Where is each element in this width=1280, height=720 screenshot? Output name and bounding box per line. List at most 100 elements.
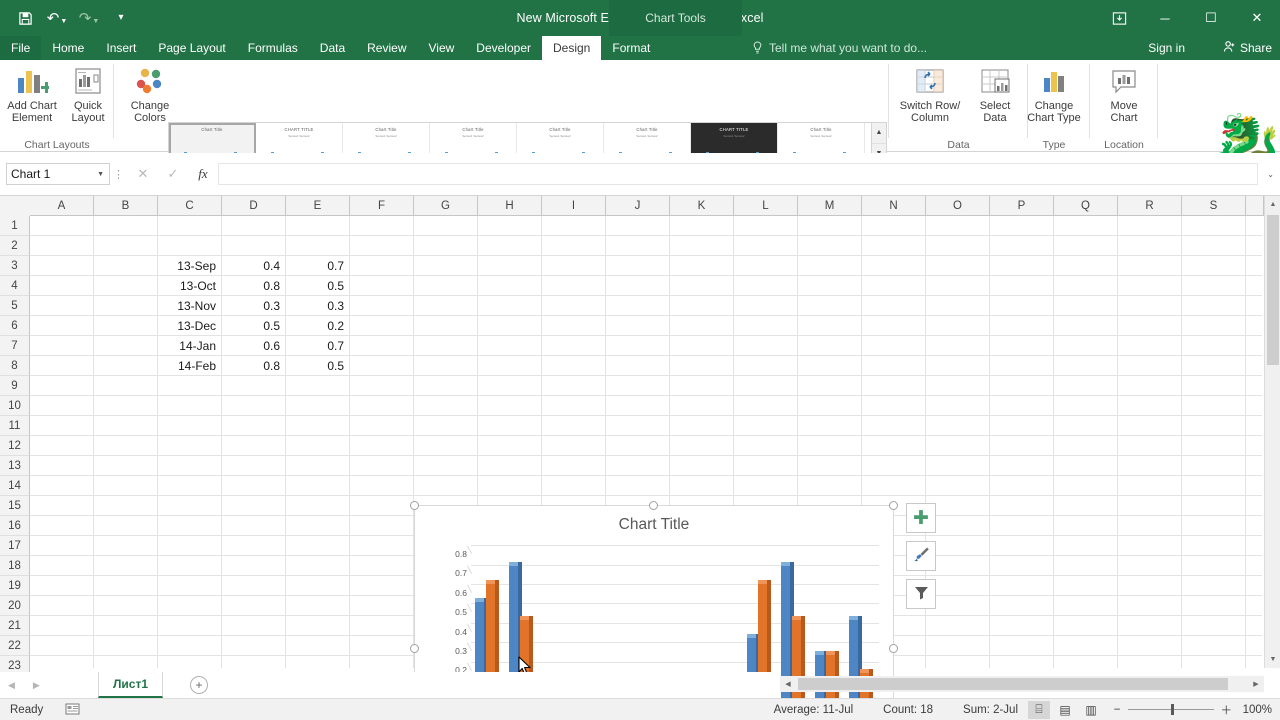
sign-in-button[interactable]: Sign in [1148,36,1185,60]
cell-E8[interactable]: 0.5 [286,356,349,375]
scroll-down-icon[interactable]: ▼ [1265,651,1280,668]
chart-filters-button[interactable] [906,579,936,609]
insert-function-button[interactable]: fx [188,163,218,185]
chart-elements-button[interactable]: ✚ [906,503,936,533]
cell-C8[interactable]: 14-Feb [158,356,221,375]
row-header-19[interactable]: 19 [0,576,30,596]
vertical-scrollbar[interactable]: ▲ ▼ [1264,196,1280,668]
row-header-12[interactable]: 12 [0,436,30,456]
sheet-tab-list1[interactable]: Лист1 [98,672,164,698]
tab-design[interactable]: Design [542,36,602,60]
minimize-button[interactable]: ─ [1142,0,1188,36]
cell-D7[interactable]: 0.6 [222,336,285,355]
enter-formula-button[interactable]: ✓ [158,163,188,185]
cell-D6[interactable]: 0.5 [222,316,285,335]
column-header-R[interactable]: R [1118,196,1182,216]
row-header-16[interactable]: 16 [0,516,30,536]
macro-record-icon[interactable] [65,702,80,718]
row-header-7[interactable]: 7 [0,336,30,356]
row-header-15[interactable]: 15 [0,496,30,516]
add-chart-element-button[interactable]: Add Chart Element [0,64,64,136]
row-header-8[interactable]: 8 [0,356,30,376]
row-header-18[interactable]: 18 [0,556,30,576]
row-header-6[interactable]: 6 [0,316,30,336]
tab-developer[interactable]: Developer [465,36,542,60]
cell-C4[interactable]: 13-Oct [158,276,221,295]
tab-file[interactable]: File [0,36,42,60]
row-header-22[interactable]: 22 [0,636,30,656]
row-header-17[interactable]: 17 [0,536,30,556]
gallery-scroll-up-button[interactable]: ▲ [872,123,886,144]
column-header-J[interactable]: J [606,196,670,216]
tab-format[interactable]: Format [601,36,661,60]
chart-handle-n[interactable] [649,501,658,510]
chart-styles-button[interactable] [906,541,936,571]
cell-C6[interactable]: 13-Dec [158,316,221,335]
chart-bar[interactable] [792,615,805,709]
zoom-handle[interactable] [1170,704,1174,715]
tab-insert[interactable]: Insert [95,36,147,60]
column-header-H[interactable]: H [478,196,542,216]
chart-title[interactable]: Chart Title [415,516,893,534]
row-header-13[interactable]: 13 [0,456,30,476]
name-box[interactable]: Chart 1 ▼ [6,163,110,185]
switch-row-column-button[interactable]: Switch Row/ Column [894,64,966,136]
collapse-ribbon-button[interactable]: ⌃ [1264,138,1272,149]
cancel-formula-button[interactable]: ✕ [128,163,158,185]
chart-bar[interactable] [849,615,862,709]
cell-D5[interactable]: 0.3 [222,296,285,315]
cell-E3[interactable]: 0.7 [286,256,349,275]
cell-E5[interactable]: 0.3 [286,296,349,315]
row-header-9[interactable]: 9 [0,376,30,396]
add-sheet-button[interactable]: + [190,676,208,694]
quick-layout-button[interactable]: Quick Layout [56,64,120,136]
cell-D3[interactable]: 0.4 [222,256,285,275]
sheet-prev-button[interactable]: ◀ [8,680,15,691]
tab-review[interactable]: Review [356,36,417,60]
chart-handle-w[interactable] [410,644,419,653]
sheet-next-button[interactable]: ▶ [33,680,40,691]
column-header-O[interactable]: O [926,196,990,216]
row-header-14[interactable]: 14 [0,476,30,496]
chevron-down-icon[interactable]: ▼ [97,171,104,178]
horizontal-scrollbar[interactable]: ◀ ▶ [780,676,1264,692]
select-data-button[interactable]: Select Data [966,64,1024,136]
column-header-G[interactable]: G [414,196,478,216]
cell-E6[interactable]: 0.2 [286,316,349,335]
ribbon-display-options-icon[interactable] [1096,0,1142,36]
column-header-M[interactable]: M [798,196,862,216]
share-button[interactable]: Share [1223,36,1272,60]
row-header-4[interactable]: 4 [0,276,30,296]
column-header-N[interactable]: N [862,196,926,216]
column-header-Q[interactable]: Q [1054,196,1118,216]
row-header-21[interactable]: 21 [0,616,30,636]
cell-C3[interactable]: 13-Sep [158,256,221,275]
column-header-B[interactable]: B [94,196,158,216]
close-button[interactable]: ✕ [1234,0,1280,36]
row-header-10[interactable]: 10 [0,396,30,416]
row-header-11[interactable]: 11 [0,416,30,436]
chart-handle-e[interactable] [889,644,898,653]
horizontal-scroll-thumb[interactable] [798,678,1228,690]
column-header-F[interactable]: F [350,196,414,216]
maximize-button[interactable]: ☐ [1188,0,1234,36]
row-header-1[interactable]: 1 [0,216,30,236]
scroll-up-icon[interactable]: ▲ [1265,196,1280,213]
zoom-in-button[interactable]: ＋ [1221,702,1233,718]
column-header-E[interactable]: E [286,196,350,216]
scroll-left-icon[interactable]: ◀ [780,676,796,692]
row-header-3[interactable]: 3 [0,256,30,276]
column-header-D[interactable]: D [222,196,286,216]
cell-D8[interactable]: 0.8 [222,356,285,375]
tab-formulas[interactable]: Formulas [237,36,309,60]
column-header-I[interactable]: I [542,196,606,216]
normal-view-button[interactable]: ⌸ [1028,700,1050,719]
column-header-L[interactable]: L [734,196,798,216]
tab-data[interactable]: Data [309,36,356,60]
scroll-right-icon[interactable]: ▶ [1248,676,1264,692]
zoom-track[interactable] [1127,704,1214,715]
column-header-A[interactable]: A [30,196,94,216]
formula-input[interactable] [218,163,1258,185]
cell-C7[interactable]: 14-Jan [158,336,221,355]
chart-handle-ne[interactable] [889,501,898,510]
